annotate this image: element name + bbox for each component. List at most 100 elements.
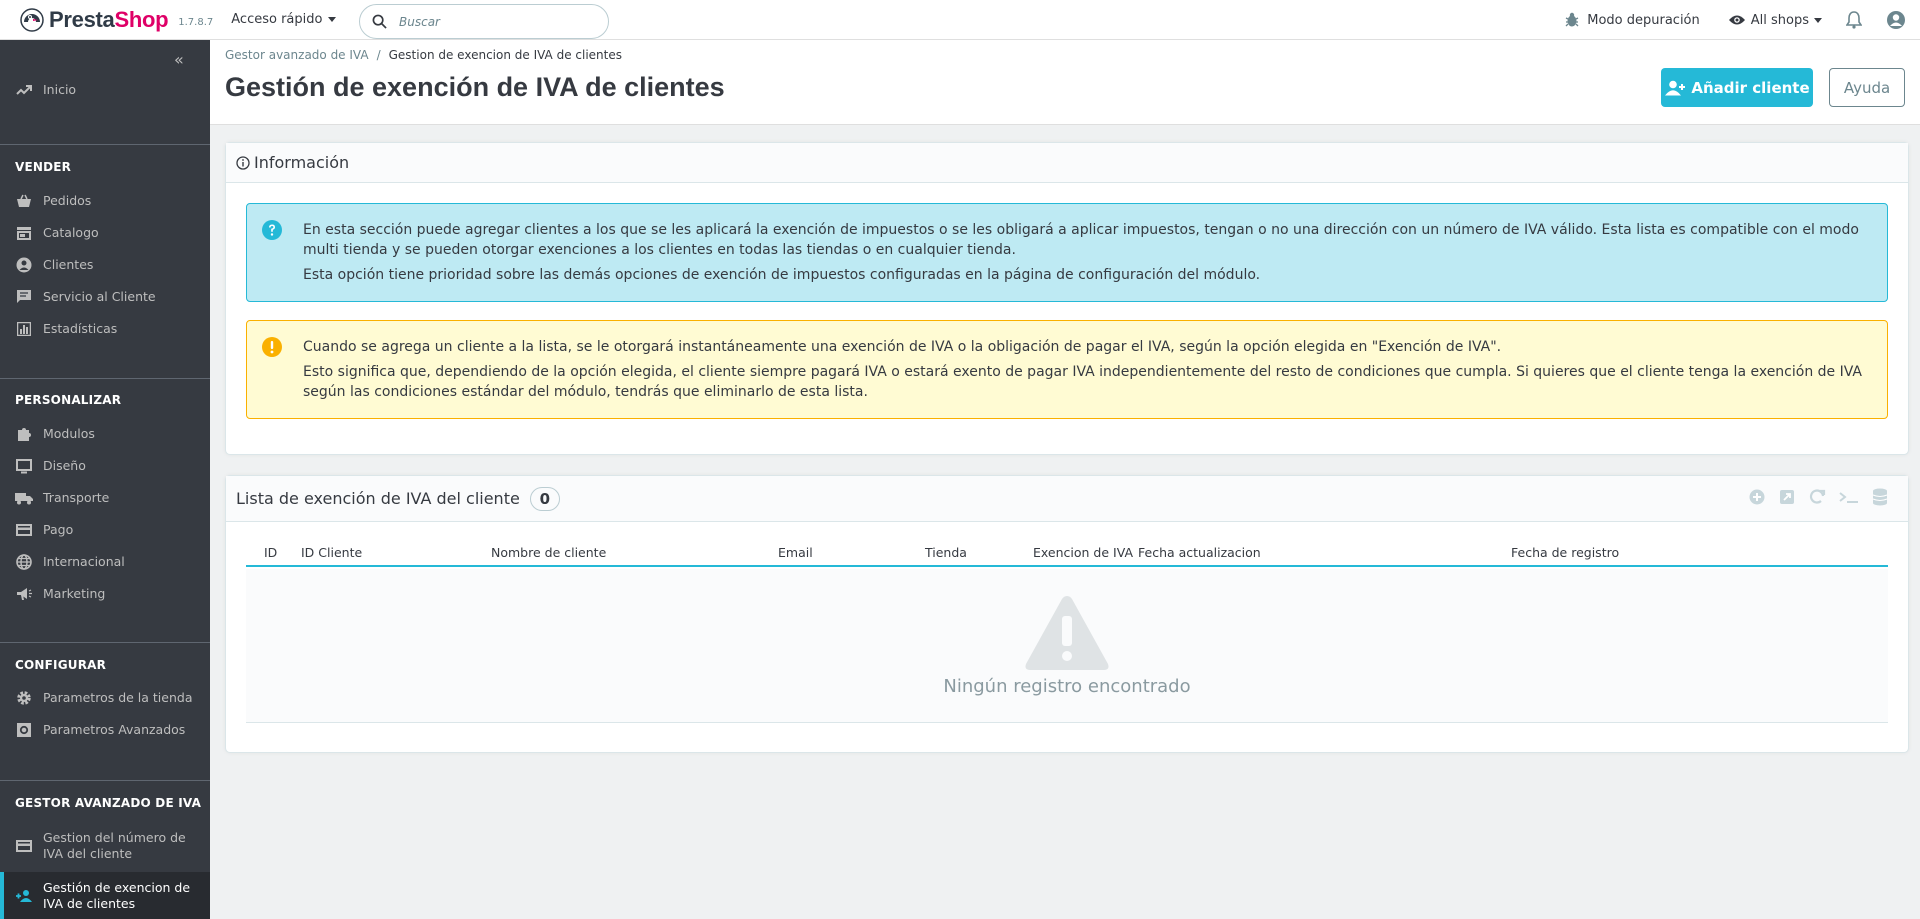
bell-icon: [1846, 11, 1862, 29]
column-header-exencion[interactable]: Exencion de IVA: [1033, 545, 1133, 560]
empty-state-message: Ningún registro encontrado: [943, 676, 1191, 697]
user-plus-icon: [1665, 80, 1686, 95]
sidebar-item-label: Gestión de exencion de IVA de clientes: [43, 879, 191, 911]
sidebar-divider: [0, 642, 210, 643]
column-header-email[interactable]: Email: [778, 545, 813, 560]
sidebar-item-gestion-exencion-iva[interactable]: Gestión de exencion de IVA de clientes: [0, 872, 210, 919]
sidebar-item-label: Servicio al Cliente: [43, 289, 156, 304]
sidebar-item-label: Diseño: [43, 458, 86, 473]
column-header-id-cliente[interactable]: ID Cliente: [301, 545, 362, 560]
truck-icon: [15, 489, 33, 507]
search-input[interactable]: Buscar: [359, 4, 609, 39]
shop-selector[interactable]: All shops: [1728, 13, 1822, 28]
database-icon[interactable]: [1872, 488, 1888, 506]
sidebar-item-label: Modulos: [43, 426, 95, 441]
prestashop-logo[interactable]: PrestaShop: [20, 6, 169, 33]
section-title-personalizar: PERSONALIZAR: [15, 393, 122, 407]
empty-state: Ningún registro encontrado: [246, 569, 1888, 723]
sidebar-item-pedidos[interactable]: Pedidos: [0, 185, 210, 217]
account-circle-icon: [15, 256, 33, 274]
column-header-fecha-registro[interactable]: Fecha de registro: [1511, 545, 1619, 560]
info-panel-title: Información: [254, 153, 350, 172]
sql-query-icon[interactable]: [1838, 488, 1860, 506]
sidebar-item-label: Parametros Avanzados: [43, 722, 186, 737]
bug-icon: [1565, 12, 1579, 27]
breadcrumb-current: Gestion de exencion de IVA de clientes: [388, 48, 622, 62]
sidebar-item-estadisticas[interactable]: Estadísticas: [0, 313, 210, 345]
warning-alert: Cuando se agrega un cliente a la lista, …: [246, 320, 1888, 419]
user-menu-button[interactable]: [1886, 10, 1906, 30]
add-customer-button[interactable]: Añadir cliente: [1661, 68, 1813, 107]
gear-icon: [15, 689, 33, 707]
sidebar-item-parametros-tienda[interactable]: Parametros de la tienda: [0, 682, 210, 714]
column-header-fecha-actualizacion[interactable]: Fecha actualizacion: [1138, 545, 1261, 560]
search-placeholder: Buscar: [399, 14, 440, 29]
logo-text-presta: Presta: [49, 6, 115, 32]
sidebar-item-label: Pago: [43, 522, 74, 537]
eye-icon: [1728, 15, 1745, 25]
sidebar-item-label: Pedidos: [43, 193, 92, 208]
shopping-basket-icon: [15, 192, 33, 210]
question-circle-icon: [262, 220, 282, 240]
sidebar: « Inicio VENDER Pedidos Catalogo Cliente…: [0, 40, 210, 919]
breadcrumb-parent-link[interactable]: Gestor avanzado de IVA: [225, 48, 369, 62]
sidebar-item-label: Parametros de la tienda: [43, 690, 193, 705]
sidebar-item-pago[interactable]: Pago: [0, 514, 210, 546]
settings-applications-icon: [15, 721, 33, 739]
sidebar-divider: [0, 144, 210, 145]
refresh-icon[interactable]: [1808, 488, 1826, 506]
desktop-icon: [15, 457, 33, 475]
sidebar-item-transporte[interactable]: Transporte: [0, 482, 210, 514]
notifications-button[interactable]: [1846, 11, 1862, 29]
quick-access-dropdown[interactable]: Acceso rápido: [231, 12, 337, 27]
puffin-logo-icon: [20, 7, 44, 32]
info-alert-text-2: Esta opción tiene prioridad sobre las de…: [303, 267, 1261, 283]
table-header: ID ID Cliente Nombre de cliente Email Ti…: [246, 541, 1888, 567]
sidebar-item-parametros-avanzados[interactable]: Parametros Avanzados: [0, 714, 210, 746]
credit-card-icon: [15, 521, 33, 539]
sidebar-item-catalogo[interactable]: Catalogo: [0, 217, 210, 249]
section-title-gestor-iva: GESTOR AVANZADO DE IVA: [15, 796, 202, 810]
globe-icon: [15, 553, 33, 571]
sidebar-item-label: Internacional: [43, 554, 125, 569]
sidebar-item-modulos[interactable]: Modulos: [0, 418, 210, 450]
export-icon[interactable]: [1778, 488, 1796, 506]
column-header-tienda[interactable]: Tienda: [925, 545, 967, 560]
collapse-sidebar-icon[interactable]: «: [174, 50, 184, 69]
puzzle-piece-icon: [15, 425, 33, 443]
info-alert-text-1: En esta sección puede agregar clientes a…: [303, 222, 1859, 258]
sidebar-item-clientes[interactable]: Clientes: [0, 249, 210, 281]
warning-alert-text-2: Esto significa que, dependiendo de la op…: [303, 364, 1862, 400]
debug-mode-link[interactable]: Modo depuración: [1565, 12, 1700, 28]
store-icon: [15, 224, 33, 242]
trending-up-icon: [15, 81, 33, 99]
info-alert: En esta sección puede agregar clientes a…: [246, 203, 1888, 302]
chevron-down-icon: [328, 17, 337, 22]
add-new-icon[interactable]: [1748, 488, 1766, 506]
list-toolbar: [1748, 488, 1888, 506]
sidebar-item-gestion-numero-iva[interactable]: Gestion del número de IVA del cliente: [0, 825, 210, 867]
sidebar-item-marketing[interactable]: Marketing: [0, 578, 210, 610]
megaphone-icon: [15, 585, 33, 603]
sidebar-item-inicio[interactable]: Inicio: [0, 70, 210, 110]
exemption-list-panel: Lista de exención de IVA del cliente 0 I…: [225, 475, 1909, 753]
chevron-down-icon: [1814, 17, 1822, 23]
sidebar-divider: [0, 378, 210, 379]
help-button[interactable]: Ayuda: [1829, 68, 1905, 107]
list-panel-title: Lista de exención de IVA del cliente: [236, 489, 520, 508]
sidebar-item-label: Inicio: [43, 82, 77, 97]
sidebar-item-label: Gestion del número de IVA del cliente: [43, 830, 186, 861]
sidebar-item-label: Transporte: [43, 490, 110, 505]
column-header-nombre[interactable]: Nombre de cliente: [491, 545, 606, 560]
bar-chart-icon: [15, 320, 33, 338]
sidebar-item-internacional[interactable]: Internacional: [0, 546, 210, 578]
section-title-configurar: CONFIGURAR: [15, 658, 107, 672]
add-customer-label: Añadir cliente: [1691, 78, 1810, 97]
logo-text-shop: Shop: [114, 6, 169, 32]
top-header: PrestaShop 1.7.8.7 Acceso rápido Buscar …: [0, 0, 1920, 40]
sidebar-item-diseno[interactable]: Diseño: [0, 450, 210, 482]
quick-access-label: Acceso rápido: [231, 12, 323, 27]
sidebar-item-servicio-cliente[interactable]: Servicio al Cliente: [0, 281, 210, 313]
column-header-id[interactable]: ID: [264, 545, 277, 560]
warning-triangle-icon: [1025, 596, 1109, 670]
